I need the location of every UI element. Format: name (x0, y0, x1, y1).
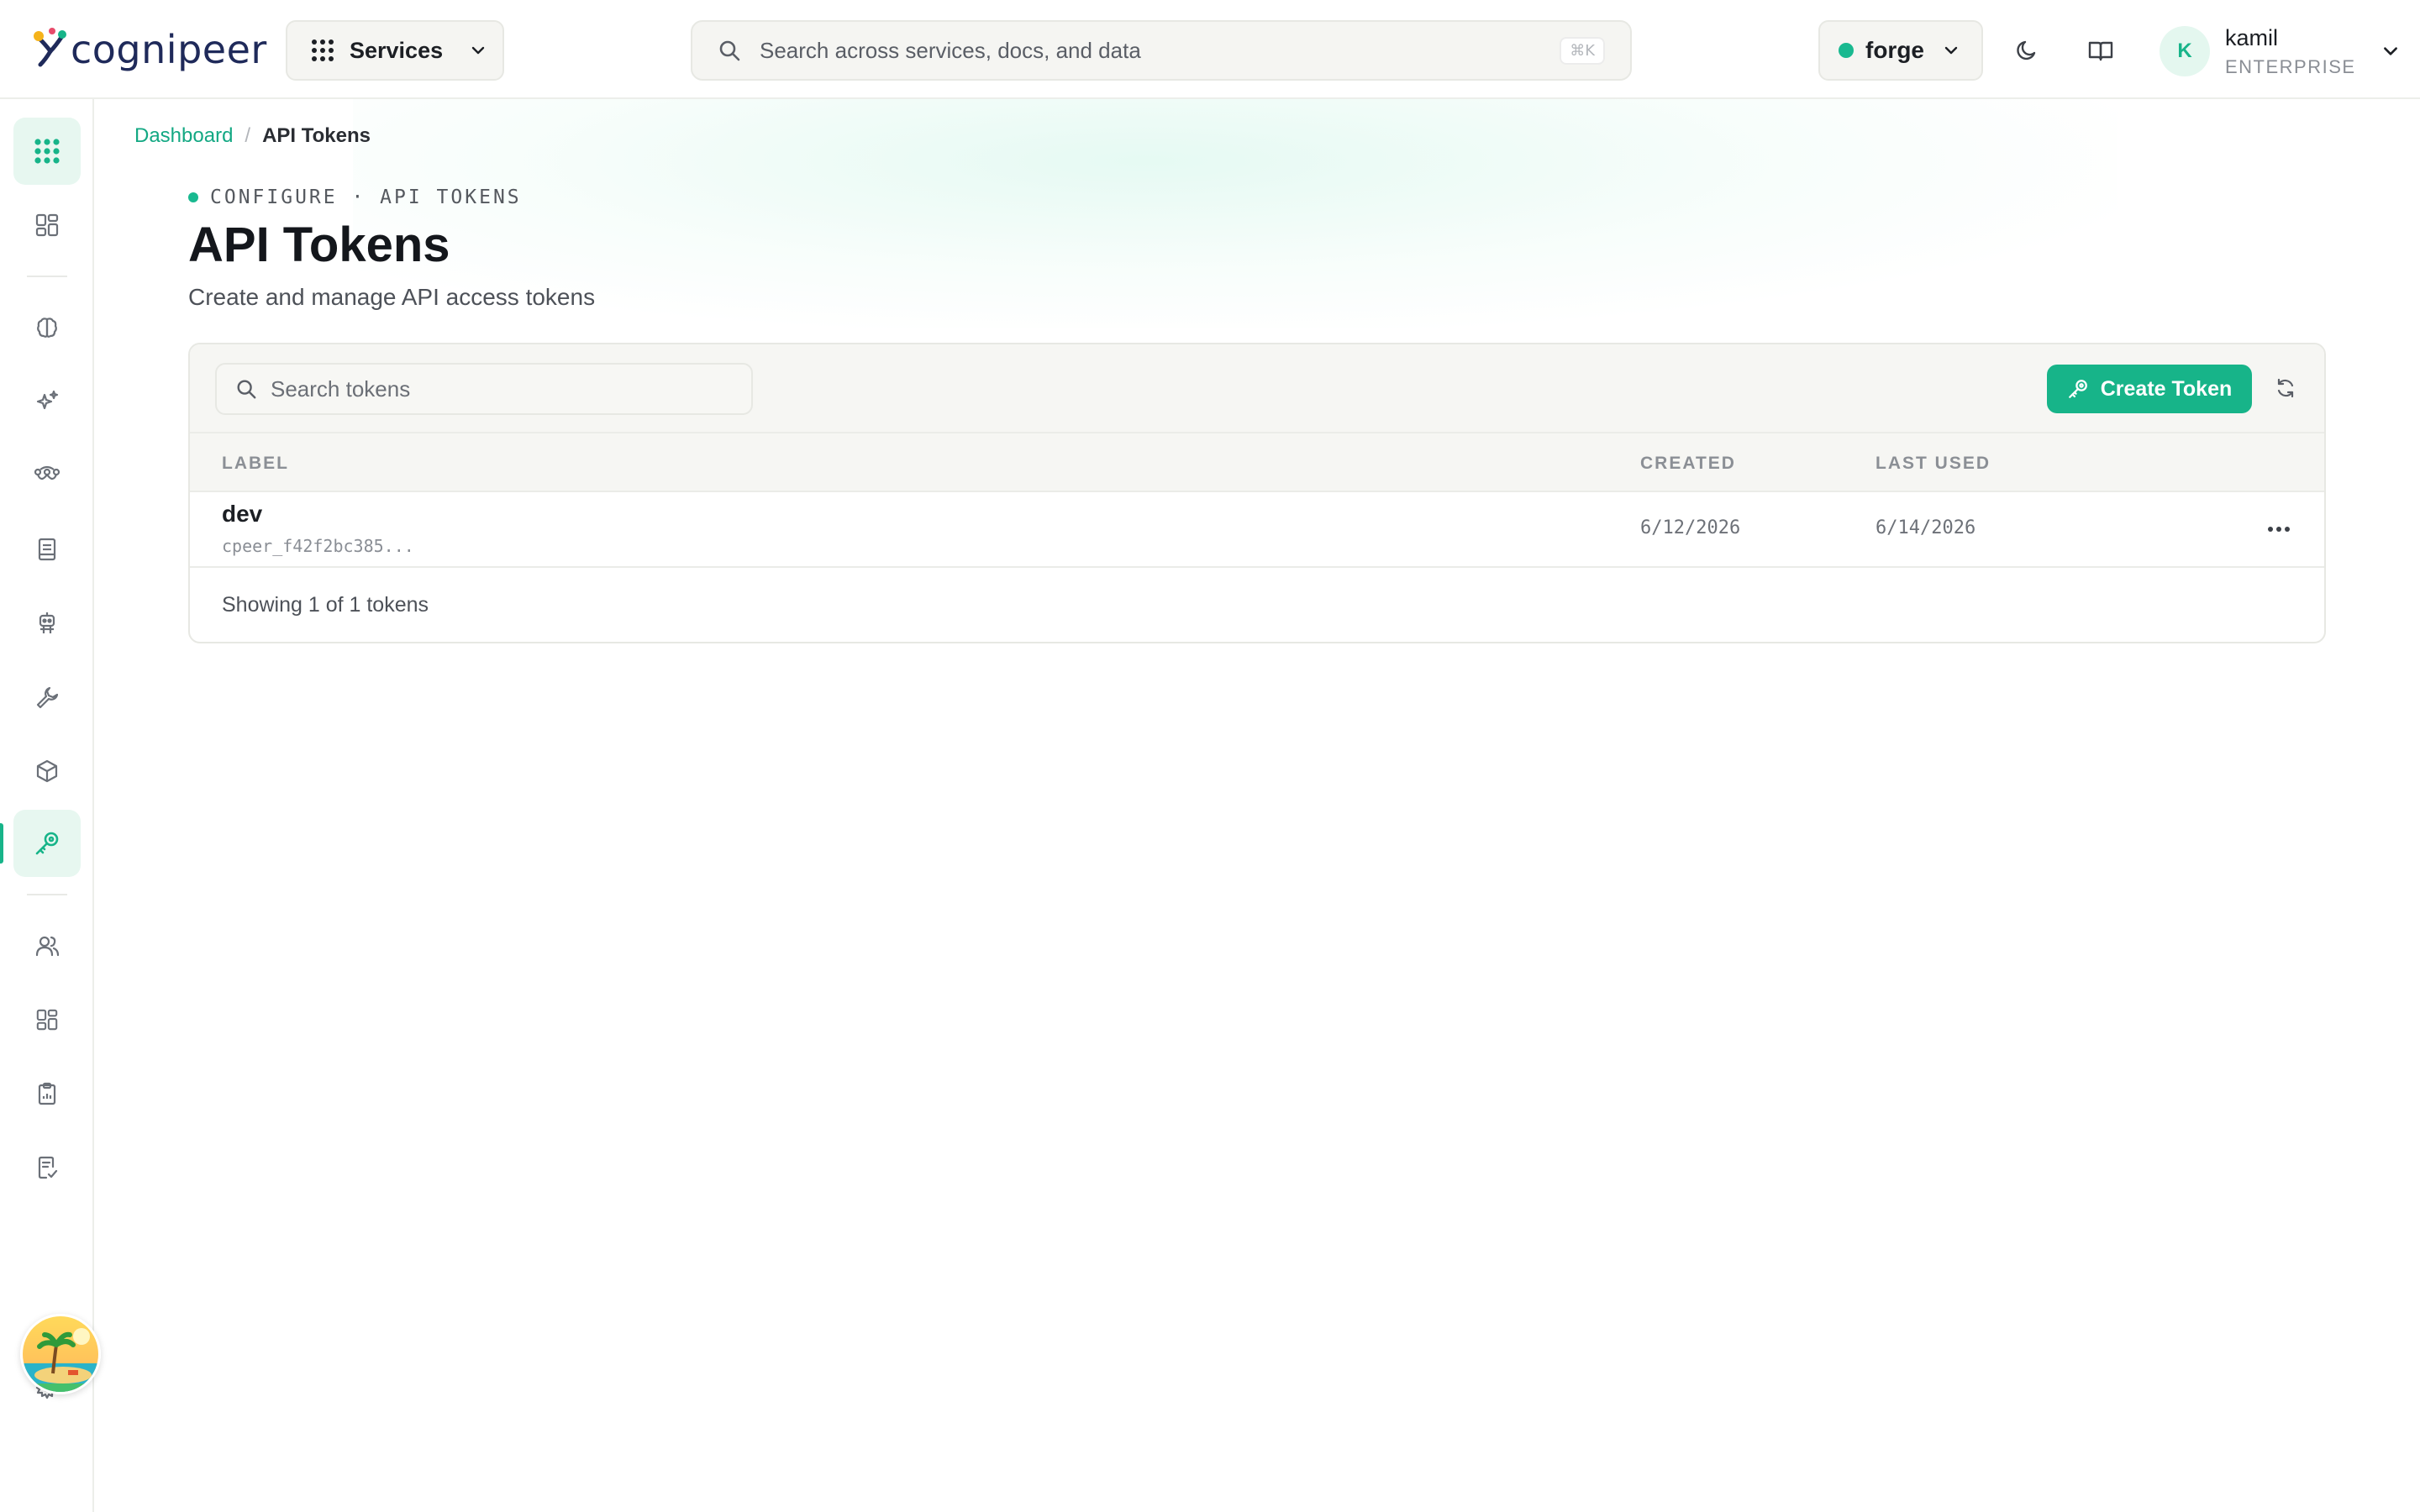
wrench-icon (36, 686, 59, 709)
tokens-toolbar: Create Token (190, 344, 2324, 433)
grid-dots-icon (34, 139, 60, 164)
sidebar-divider (27, 894, 67, 895)
chevron-down-icon (471, 46, 485, 55)
create-token-button[interactable]: Create Token (2047, 365, 2252, 413)
search-shortcut-badge: ⌘K (1560, 36, 1605, 65)
table-footer-count: Showing 1 of 1 tokens (222, 593, 429, 617)
column-header-last-used[interactable]: LAST USED (1876, 454, 1991, 474)
layout-icon (36, 1009, 58, 1031)
top-bar: cognipeer Services Search across service… (0, 0, 2420, 99)
cognipeer-logo-icon (34, 28, 66, 67)
brand-name: cognipeer (71, 27, 267, 72)
token-last-used-date: 6/14/2026 (1876, 517, 1976, 538)
layout-dashboard-icon (35, 213, 59, 237)
sidebar-item-ai-studio[interactable] (13, 368, 81, 435)
token-search-field[interactable] (215, 363, 753, 415)
global-search-placeholder: Search across services, docs, and data (760, 37, 1141, 63)
sidebar-item-audit[interactable] (13, 1134, 81, 1201)
tokens-table-card: Create Token LABEL CREATED LAST USED dev… (188, 343, 2326, 643)
refresh-icon (2277, 378, 2294, 398)
breadcrumb-dashboard-link[interactable]: Dashboard (134, 124, 233, 148)
sidebar-active-indicator (0, 823, 3, 864)
chevron-down-icon (2383, 47, 2397, 55)
user-plan-badge: ENTERPRISE (2225, 55, 2356, 77)
sidebar-item-dashboard[interactable] (13, 192, 81, 259)
column-header-created[interactable]: CREATED (1640, 454, 1736, 474)
services-menu-button[interactable]: Services (286, 20, 504, 81)
page-subtitle: Create and manage API access tokens (188, 284, 596, 310)
workspace-status-dot (1839, 43, 1854, 58)
row-actions-button[interactable] (2259, 512, 2299, 546)
sidebar-item-api-tokens[interactable] (13, 810, 81, 877)
sidebar-item-apps[interactable] (13, 986, 81, 1053)
more-horizontal-icon (2268, 527, 2290, 532)
workspace-name: forge (1865, 37, 1924, 63)
sidebar-item-tools[interactable] (13, 664, 81, 731)
page-title: API Tokens (188, 218, 450, 272)
services-label: Services (350, 37, 444, 63)
section-eyebrow: CONFIGURE · API TOKENS (188, 186, 522, 208)
user-menu[interactable]: K kamil ENTERPRISE (2160, 22, 2400, 81)
route-icon (34, 465, 60, 480)
sidebar-item-agents[interactable] (13, 590, 81, 657)
create-token-label: Create Token (2100, 376, 2233, 401)
brand-logo[interactable]: cognipeer (32, 20, 267, 79)
sidebar-item-models[interactable] (13, 294, 81, 361)
breadcrumb: Dashboard / API Tokens (134, 124, 371, 148)
key-icon (35, 832, 59, 855)
robot-icon (39, 612, 55, 633)
sidebar-divider (27, 276, 67, 277)
file-check-icon (38, 1156, 58, 1179)
token-label: dev (222, 501, 263, 527)
theme-toggle-button[interactable] (2005, 29, 2049, 72)
workspace-switcher[interactable]: forge (1818, 20, 1983, 81)
sparkles-icon (36, 390, 59, 410)
table-row[interactable]: dev cpeer_f42f2bc385... 6/12/2026 6/14/2… (190, 492, 2324, 568)
profile-picture[interactable] (20, 1314, 101, 1394)
users-icon (35, 936, 60, 957)
clipboard-icon (38, 1082, 56, 1105)
sidebar-item-flows[interactable] (13, 442, 81, 509)
sidebar-item-packages[interactable] (13, 738, 81, 805)
search-icon (719, 40, 740, 61)
sidebar-item-docs[interactable] (13, 516, 81, 583)
table-header: LABEL CREATED LAST USED (190, 433, 2324, 492)
breadcrumb-separator: / (245, 124, 251, 147)
book-open-icon (2088, 41, 2113, 61)
eyebrow-text: CONFIGURE · API TOKENS (210, 186, 522, 208)
avatar: K (2160, 26, 2210, 76)
moon-icon (2017, 40, 2036, 60)
docs-button[interactable] (2079, 29, 2123, 72)
token-key-preview: cpeer_f42f2bc385... (222, 536, 414, 556)
brain-icon (37, 318, 57, 338)
token-created-date: 6/12/2026 (1640, 517, 1741, 538)
breadcrumb-current: API Tokens (262, 124, 371, 147)
key-icon (2068, 380, 2087, 398)
refresh-button[interactable] (2265, 368, 2306, 408)
sidebar-item-reports[interactable] (13, 1060, 81, 1127)
global-search-input[interactable]: Search across services, docs, and data ⌘… (691, 20, 1632, 81)
eyebrow-dot (188, 192, 198, 202)
book-icon (38, 538, 56, 561)
token-search-input[interactable] (271, 375, 708, 402)
chevron-down-icon (1944, 46, 1958, 55)
sidebar-item-apps-grid[interactable] (13, 118, 81, 185)
sidebar (0, 99, 94, 1512)
cube-icon (36, 759, 58, 783)
user-name: kamil (2225, 24, 2279, 50)
column-header-label[interactable]: LABEL (222, 454, 289, 474)
grid-dots-icon (312, 39, 334, 61)
sidebar-item-users[interactable] (13, 912, 81, 979)
search-icon (237, 380, 256, 399)
